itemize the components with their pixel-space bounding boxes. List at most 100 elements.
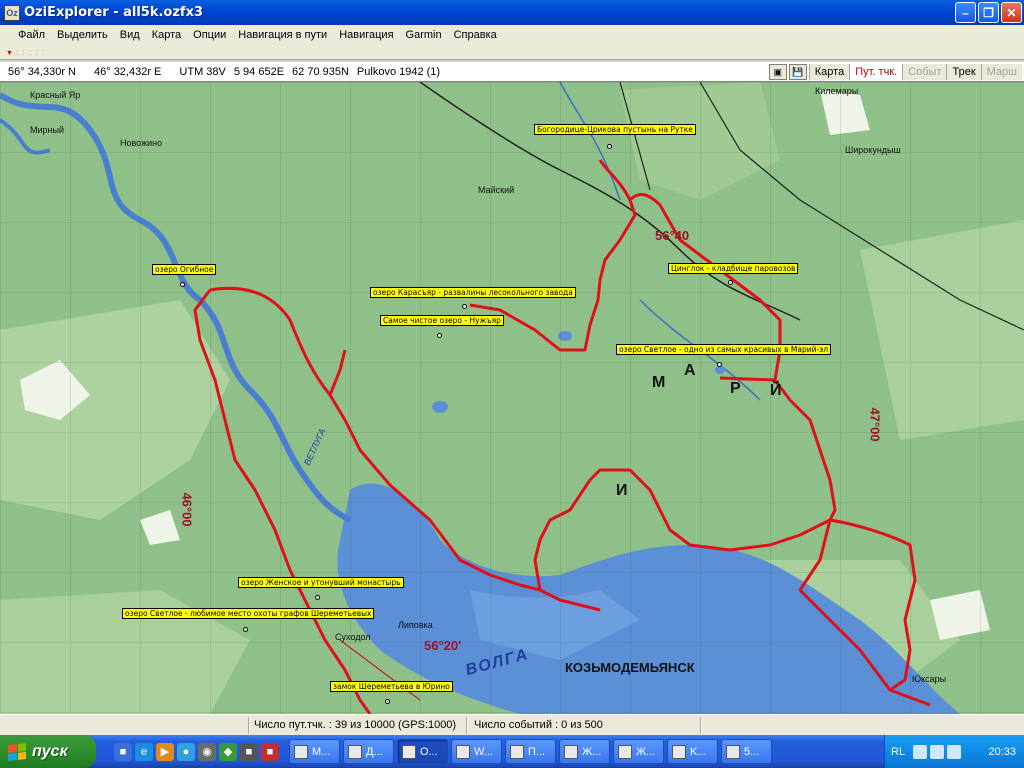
tab-track[interactable]: Трек bbox=[946, 64, 981, 80]
waypoint-marker[interactable] bbox=[385, 699, 390, 704]
messenger-icon[interactable]: ● bbox=[177, 742, 195, 761]
waypoint-label[interactable]: Богородице-Цриковa пустынь на Рутке bbox=[534, 124, 696, 135]
app-icon[interactable]: ◉ bbox=[198, 742, 216, 761]
task-button[interactable]: W... bbox=[451, 739, 502, 764]
app-icon[interactable]: ■ bbox=[240, 742, 258, 761]
task-button[interactable]: Ж... bbox=[613, 739, 664, 764]
task-button[interactable]: M... bbox=[289, 739, 340, 764]
map-letter-r: Р bbox=[730, 380, 743, 397]
map-letter-m: М bbox=[652, 374, 668, 391]
waypoint-marker[interactable] bbox=[728, 280, 733, 285]
quick-launch: ■ e ▶ ● ◉ ◆ ■ ■ bbox=[114, 742, 279, 761]
ie-icon[interactable]: e bbox=[135, 742, 153, 761]
tab-events[interactable]: Событ bbox=[902, 64, 947, 80]
task-button-ozi[interactable]: O... bbox=[397, 739, 448, 764]
tab-route[interactable]: Марш bbox=[980, 64, 1022, 80]
network-icon[interactable] bbox=[913, 744, 928, 759]
position-info-bar: 56° 34,330r N 46° 32,432r E UTM 38V 5 94… bbox=[0, 62, 1024, 82]
task-button[interactable]: П... bbox=[505, 739, 556, 764]
northing-readout: 62 70 935N bbox=[292, 65, 349, 78]
map-label-mayski: Майский bbox=[478, 185, 515, 195]
app-icon[interactable]: ■ bbox=[261, 742, 279, 761]
window-title: OziExplorer - all5k.ozfx3 bbox=[24, 5, 204, 20]
waypoint-marker[interactable] bbox=[315, 595, 320, 600]
volume-icon[interactable] bbox=[930, 744, 945, 759]
system-tray: RL 20:33 bbox=[884, 735, 1024, 768]
taskbar: пуск ■ e ▶ ● ◉ ◆ ■ ■ M... Д... O... W...… bbox=[0, 735, 1024, 768]
map-label-sukhodol: Суходол bbox=[335, 632, 371, 642]
utm-zone: UTM 38V bbox=[179, 65, 226, 78]
waypoint-marker[interactable] bbox=[243, 627, 248, 632]
grid-label-56-20: 56°20' bbox=[424, 638, 462, 653]
image-icon[interactable]: ▣ bbox=[768, 64, 787, 80]
waypoint-marker[interactable] bbox=[180, 282, 185, 287]
tray-icons bbox=[913, 744, 962, 759]
clock[interactable]: 20:33 bbox=[988, 746, 1016, 758]
status-separator bbox=[700, 717, 702, 734]
menu-navigation[interactable]: Навигация bbox=[333, 25, 399, 45]
toolbar-grip[interactable]: : : : : : bbox=[0, 45, 1024, 60]
task-button[interactable]: Ж... bbox=[559, 739, 610, 764]
map-label-krasny-yar: Красный Яр bbox=[30, 90, 81, 100]
waypoint-marker[interactable] bbox=[462, 304, 467, 309]
waypoint-label[interactable]: озеро Светлое - одно из самых красивых в… bbox=[616, 344, 832, 355]
tab-map[interactable]: Карта bbox=[808, 64, 850, 80]
windows-logo-icon bbox=[8, 742, 26, 761]
minimize-button[interactable]: – bbox=[955, 2, 976, 23]
save-icon[interactable]: 💾 bbox=[788, 64, 807, 80]
menu-select[interactable]: Выделить bbox=[51, 25, 114, 45]
latitude-readout: 56° 34,330r N bbox=[8, 65, 76, 78]
tray-app-icon[interactable] bbox=[947, 744, 962, 759]
tab-waypoints[interactable]: Пут. тчк. bbox=[849, 64, 903, 80]
menu-file[interactable]: Файл bbox=[12, 25, 51, 45]
waypoint-label[interactable]: замок Шереметьева в Юрино bbox=[330, 681, 453, 692]
map-label-novozhino: Новожино bbox=[120, 138, 163, 148]
task-button[interactable]: Д... bbox=[343, 739, 394, 764]
start-label: пуск bbox=[32, 742, 68, 760]
waypoint-label[interactable]: Цинглок - кладбище паровозов bbox=[668, 263, 799, 274]
menu-moving-nav[interactable]: Навигация в пути bbox=[232, 25, 333, 45]
waypoint-label[interactable]: Самое чистое озеро - Нужъяр bbox=[380, 315, 504, 326]
menu-map[interactable]: Карта bbox=[146, 25, 187, 45]
waypoint-label[interactable]: озеро Огибное bbox=[152, 264, 217, 275]
task-button[interactable]: K... bbox=[667, 739, 718, 764]
event-count: Число событий : 0 из 500 bbox=[474, 719, 603, 731]
map-canvas[interactable]: Красный Яр Мирный Новожино Майский Килем… bbox=[0, 82, 1024, 714]
map-label-lipovka: Липовка bbox=[398, 620, 433, 630]
map-label-mirny: Мирный bbox=[30, 125, 64, 135]
map-label-shirokundysh: Широкундыш bbox=[845, 145, 901, 155]
maximize-button[interactable]: ❐ bbox=[978, 2, 999, 23]
map-label-kozmodemyansk: КОЗЬМОДЕМЬЯНСК bbox=[565, 660, 695, 675]
app-icon[interactable]: ◆ bbox=[219, 742, 237, 761]
menu-garmin[interactable]: Garmin bbox=[400, 25, 448, 45]
close-button[interactable]: ✕ bbox=[1001, 2, 1022, 23]
menu-options[interactable]: Опции bbox=[187, 25, 232, 45]
grid-label-47-00: 47°00 bbox=[867, 407, 883, 442]
media-player-icon[interactable]: ▶ bbox=[156, 742, 174, 761]
waypoint-label[interactable]: озеро Карасъяр - развалины лесокольного … bbox=[370, 287, 576, 298]
map-letter-i: И bbox=[616, 482, 630, 499]
datum-readout: Pulkovo 1942 (1) bbox=[356, 65, 441, 78]
waypoint-count: Число пут.тчк. : 39 из 10000 (GPS:1000) bbox=[254, 719, 457, 731]
map-letter-a: А bbox=[684, 362, 698, 379]
language-indicator[interactable]: RL bbox=[891, 746, 905, 758]
app-icon[interactable]: Oz bbox=[4, 4, 20, 21]
menu-view[interactable]: Вид bbox=[114, 25, 146, 45]
waypoint-label[interactable]: озеро Светлое - любимое место охоты граф… bbox=[122, 608, 375, 619]
start-button[interactable]: пуск bbox=[0, 735, 96, 768]
status-bar: Число пут.тчк. : 39 из 10000 (GPS:1000) … bbox=[0, 714, 1024, 735]
task-button[interactable]: 5... bbox=[721, 739, 772, 764]
waypoint-label[interactable]: озеро Женское и утонувший монастырь bbox=[238, 577, 404, 588]
map-letter-y: Й bbox=[770, 382, 784, 399]
easting-readout: 5 94 652E bbox=[233, 65, 285, 78]
title-bar: Oz OziExplorer - all5k.ozfx3 – ❐ ✕ bbox=[0, 0, 1024, 25]
grid-label-56-40: 56°40 bbox=[655, 228, 690, 243]
waypoint-marker[interactable] bbox=[717, 362, 722, 367]
desktop-icon[interactable]: ■ bbox=[114, 742, 132, 761]
longitude-readout: 46° 32,432r E bbox=[94, 65, 162, 78]
menu-help[interactable]: Справка bbox=[448, 25, 503, 45]
task-buttons: M... Д... O... W... П... Ж... Ж... K... … bbox=[289, 739, 772, 764]
topo-map bbox=[0, 82, 1024, 714]
waypoint-marker[interactable] bbox=[607, 144, 612, 149]
waypoint-marker[interactable] bbox=[437, 333, 442, 338]
